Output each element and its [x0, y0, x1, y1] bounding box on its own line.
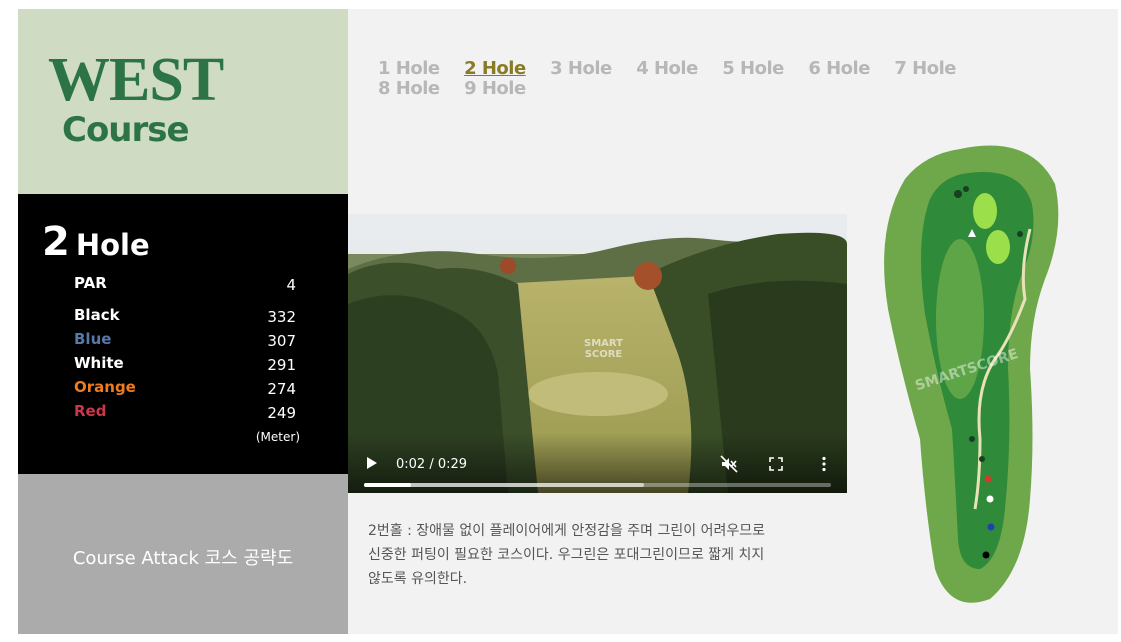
watermark-line: SCORE	[584, 349, 623, 360]
course-attack-label: Course Attack 코스 공략도	[72, 548, 294, 569]
hole-video-player[interactable]: SMART SCORE 0:02 / 0:29	[348, 214, 847, 493]
tab-hole-6[interactable]: 6 Hole	[808, 59, 870, 79]
hole-word: Hole	[75, 228, 150, 262]
par-row: PAR 4	[74, 274, 296, 296]
video-time: 0:02 / 0:29	[396, 457, 468, 472]
video-watermark: SMART SCORE	[584, 338, 623, 360]
tee-label: Red	[74, 402, 107, 420]
watermark-line: SMART	[584, 338, 623, 349]
brand-subtitle: Course	[62, 110, 190, 150]
video-progress-fill	[364, 483, 411, 487]
tab-hole-9[interactable]: 9 Hole	[464, 79, 526, 99]
tab-hole-2[interactable]: 2 Hole	[464, 59, 526, 79]
tee-label: Blue	[74, 330, 112, 348]
video-controls: 0:02 / 0:29	[348, 433, 847, 493]
brand-title: WEST	[48, 46, 224, 114]
tee-row-black: Black 332	[74, 306, 296, 328]
tab-hole-8[interactable]: 8 Hole	[378, 79, 440, 99]
course-brand: WEST Course	[18, 9, 348, 194]
tee-distance: 249	[267, 404, 296, 422]
tee-distance: 307	[267, 332, 296, 350]
par-label: PAR	[74, 274, 107, 292]
distance-unit: (Meter)	[255, 430, 300, 444]
hole-description: 2번홀 : 장애물 없이 플레이어에게 안정감을 주며 그린이 어려우므로 신중…	[368, 523, 765, 587]
hole-tabs: 1 Hole 2 Hole 3 Hole 4 Hole 5 Hole 6 Hol…	[378, 59, 1058, 99]
page-container: WEST Course 2 Hole PAR 4 Black 332 Blue 3…	[18, 9, 1118, 634]
tab-hole-7[interactable]: 7 Hole	[894, 59, 956, 79]
mute-icon[interactable]	[720, 455, 738, 473]
more-options-icon[interactable]	[815, 455, 833, 473]
hole-layout-map: SMARTSCORE	[884, 145, 1059, 603]
tee-row-red: Red 249	[74, 402, 296, 424]
tab-hole-4[interactable]: 4 Hole	[636, 59, 698, 79]
tee-distance: 291	[267, 356, 296, 374]
tab-hole-3[interactable]: 3 Hole	[550, 59, 612, 79]
left-panel: WEST Course 2 Hole PAR 4 Black 332 Blue 3…	[18, 9, 348, 634]
play-icon[interactable]	[364, 455, 380, 471]
video-progress-bar[interactable]	[364, 483, 831, 487]
tee-label: Black	[74, 306, 120, 324]
hole-title: 2 Hole	[42, 222, 150, 262]
tee-label: White	[74, 354, 124, 372]
tab-hole-1[interactable]: 1 Hole	[378, 59, 440, 79]
tee-row-white: White 291	[74, 354, 296, 376]
tee-row-blue: Blue 307	[74, 330, 296, 352]
tee-distance: 332	[267, 308, 296, 326]
tee-distance: 274	[267, 380, 296, 398]
tab-hole-5[interactable]: 5 Hole	[722, 59, 784, 79]
hole-info-panel: 2 Hole PAR 4 Black 332 Blue 307 White 291…	[18, 194, 348, 474]
par-value: 4	[286, 276, 296, 294]
tee-row-orange: Orange 274	[74, 378, 296, 400]
tee-label: Orange	[74, 378, 136, 396]
course-attack-panel[interactable]: Course Attack 코스 공략도	[18, 474, 348, 634]
hole-number: 2	[42, 219, 70, 265]
fullscreen-icon[interactable]	[767, 455, 785, 473]
